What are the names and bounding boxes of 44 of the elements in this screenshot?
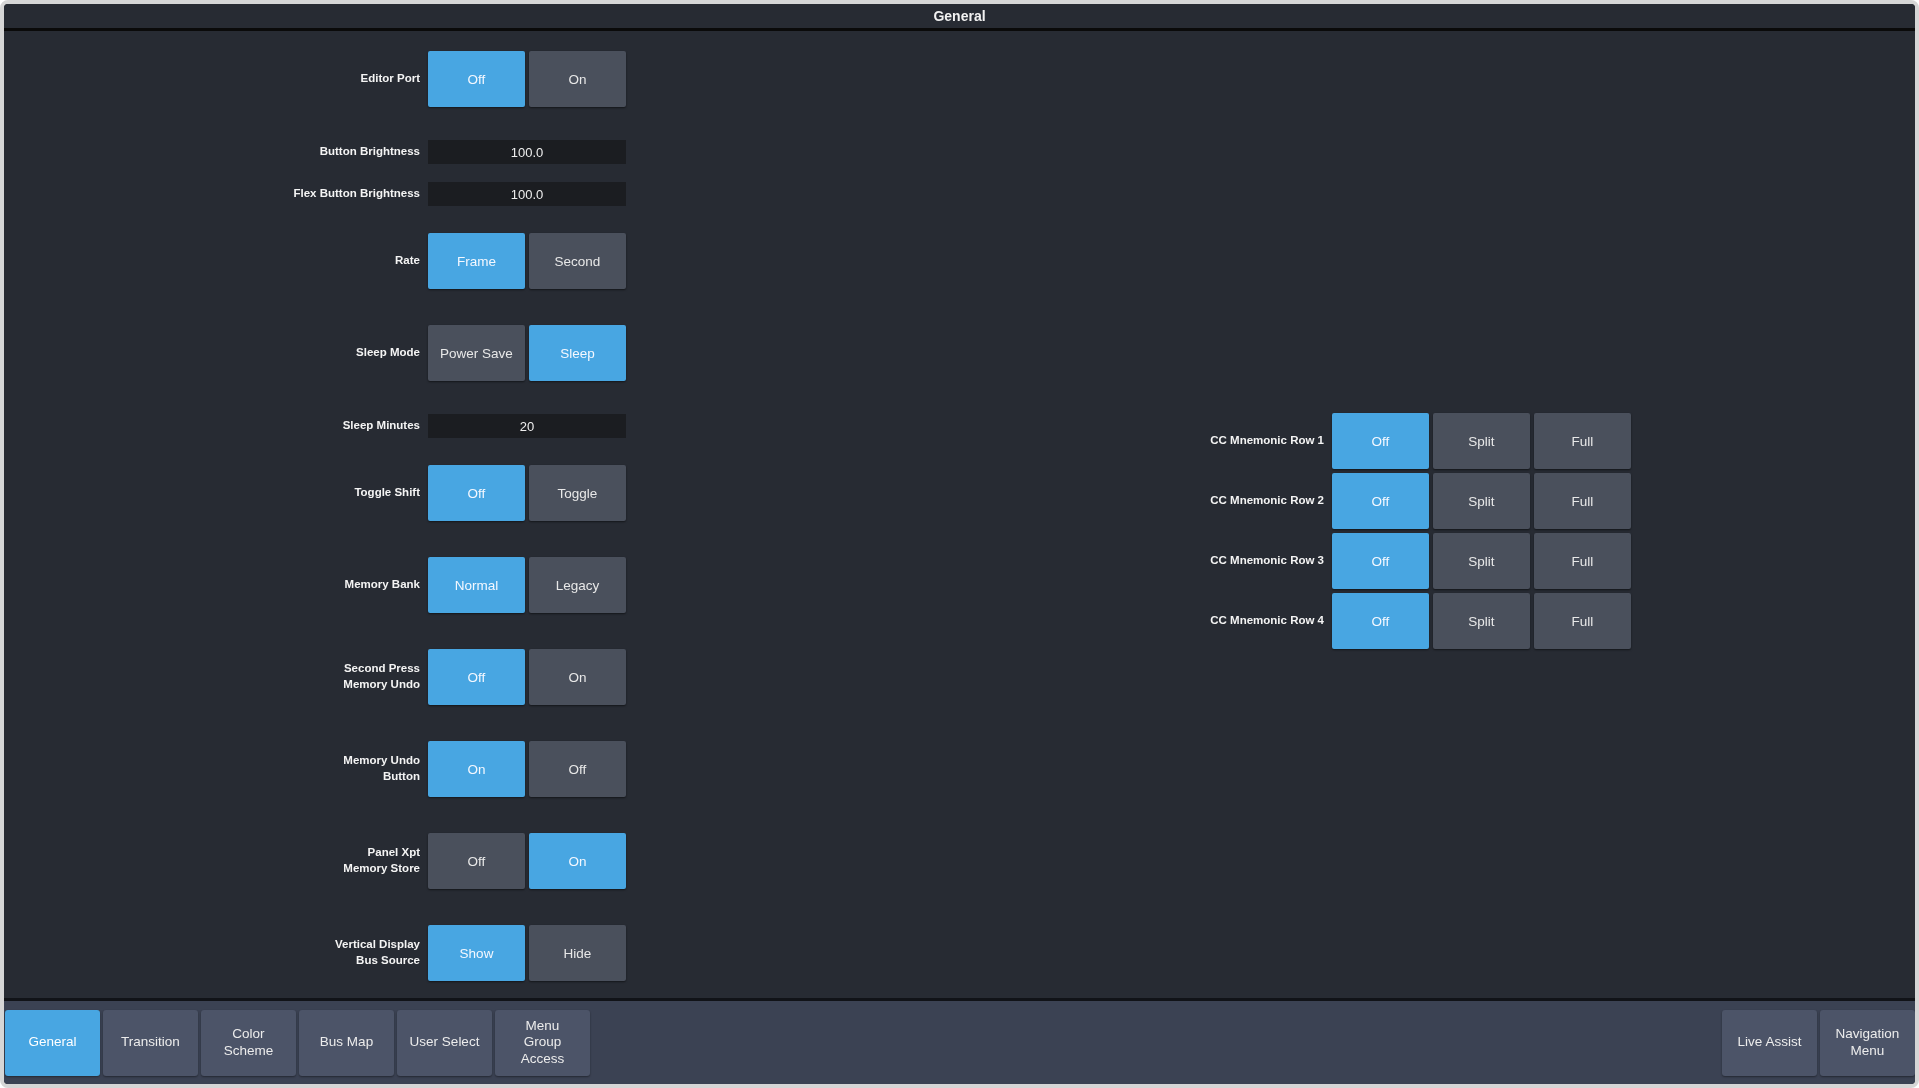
menu-tab[interactable]: User Select xyxy=(397,1009,492,1076)
option-button[interactable]: Split xyxy=(1433,593,1530,649)
setting-label: Second Press Memory Undo xyxy=(342,661,420,692)
option-button[interactable]: Second xyxy=(529,233,626,289)
option-button[interactable]: Toggle xyxy=(529,465,626,521)
option-button[interactable]: Off xyxy=(529,741,626,797)
setting-label: CC Mnemonic Row 2 xyxy=(1209,493,1324,509)
setting-label: Flex Button Brightness xyxy=(292,186,420,202)
option-button[interactable]: Power Save xyxy=(428,325,525,381)
value-field[interactable]: 20 xyxy=(428,414,626,438)
menu-tab[interactable]: Transition xyxy=(103,1009,198,1076)
setting-label: CC Mnemonic Row 4 xyxy=(1209,613,1324,629)
option-button[interactable]: Full xyxy=(1534,593,1631,649)
value-field[interactable]: 100.0 xyxy=(428,182,626,206)
option-button[interactable]: Hide xyxy=(529,925,626,981)
menu-tab[interactable]: Live Assist xyxy=(1722,1009,1817,1076)
option-button[interactable]: Full xyxy=(1534,533,1631,589)
setting-label: Panel Xpt Memory Store xyxy=(342,845,420,876)
setting-label: Sleep Minutes xyxy=(341,418,420,434)
option-button[interactable]: Full xyxy=(1534,413,1631,469)
setting-label: Rate xyxy=(394,253,420,269)
value-field[interactable]: 100.0 xyxy=(428,140,626,164)
menu-tab[interactable]: Color Scheme xyxy=(201,1009,296,1076)
setting-label: Editor Port xyxy=(359,71,420,87)
option-button[interactable]: Split xyxy=(1433,473,1530,529)
setting-label: Vertical Display Bus Source xyxy=(333,937,420,968)
menu-tab[interactable]: Menu Group Access xyxy=(495,1009,590,1076)
option-button[interactable]: Full xyxy=(1534,473,1631,529)
menu-tab[interactable]: Bus Map xyxy=(299,1009,394,1076)
setting-label: CC Mnemonic Row 1 xyxy=(1209,433,1324,449)
option-button[interactable]: Off xyxy=(428,833,525,889)
setting-label: Toggle Shift xyxy=(353,485,420,501)
window-title: General xyxy=(933,8,986,24)
option-button[interactable]: On xyxy=(529,51,626,107)
option-button[interactable]: Split xyxy=(1433,413,1530,469)
setting-label: Sleep Mode xyxy=(355,345,420,361)
option-button[interactable]: Legacy xyxy=(529,557,626,613)
setting-label: Memory Undo Button xyxy=(342,753,420,784)
option-button[interactable]: On xyxy=(529,649,626,705)
setting-label: Memory Bank xyxy=(343,577,420,593)
option-button[interactable]: Split xyxy=(1433,533,1530,589)
setting-label: CC Mnemonic Row 3 xyxy=(1209,553,1324,569)
setting-label: Button Brightness xyxy=(318,144,420,160)
menu-tab[interactable]: Navigation Menu xyxy=(1820,1009,1915,1076)
